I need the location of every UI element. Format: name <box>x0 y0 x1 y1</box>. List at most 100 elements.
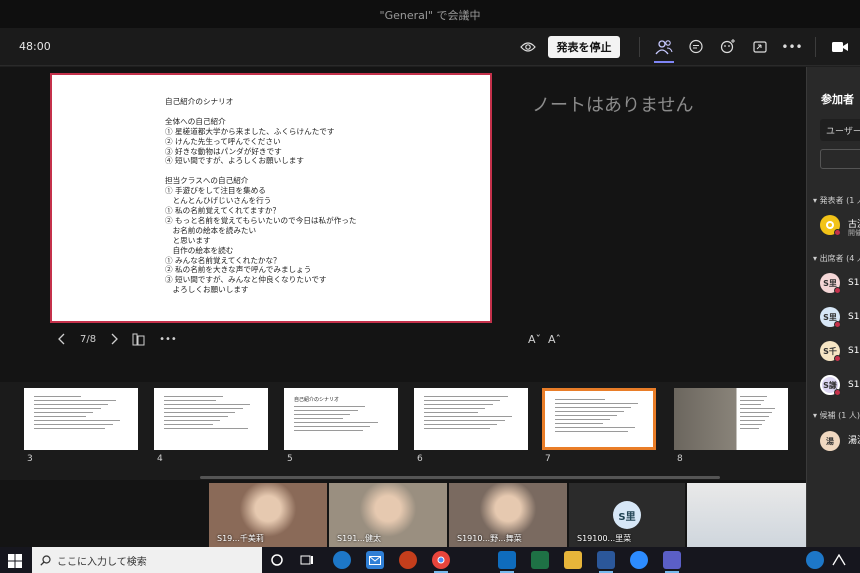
participant-video-name: S19...千美莉 <box>217 534 264 543</box>
outlook-icon[interactable] <box>498 551 516 573</box>
help-icon[interactable] <box>806 551 824 569</box>
mail-icon[interactable] <box>366 551 384 569</box>
toolbar-divider <box>815 37 816 57</box>
taskbar-search-placeholder: ここに入力して検索 <box>57 556 147 568</box>
previous-slide-icon[interactable] <box>58 333 66 345</box>
stop-presenting-button[interactable]: 発表を停止 <box>548 36 620 58</box>
current-slide: 自己紹介のシナリオ 全体への自己紹介 ① 星槎道都大学から来ました、ふくらけんたで… <box>50 73 492 323</box>
decrease-font-button[interactable]: Aˇ <box>528 333 541 346</box>
slide-thumbnail[interactable] <box>542 388 656 450</box>
slide-thumbnail[interactable] <box>674 388 788 450</box>
chrome-icon[interactable] <box>432 551 450 573</box>
eye-icon[interactable] <box>518 37 538 57</box>
avatar: 湯 <box>820 431 840 451</box>
participant-video-tile[interactable]: S里 S19100...里菜 <box>569 483 685 547</box>
thumbnail-number: 6 <box>417 454 423 464</box>
participant-video-tile[interactable] <box>687 483 806 547</box>
attendees-section-header[interactable]: ▾ 出席者 (4 人) <box>813 253 860 264</box>
active-tab-indicator <box>654 61 674 63</box>
participant-video-tile[interactable]: S191...健太 <box>329 483 447 547</box>
task-view-icon[interactable] <box>298 551 316 569</box>
slide-line: ① 私の名前覚えてくれてますか？ <box>165 205 281 215</box>
presenters-header-label: 発表者 (1 人) <box>819 196 860 205</box>
slide-line <box>165 107 357 117</box>
slide-line: ③ 好きな動物はパンダが好きです <box>165 146 282 156</box>
slide-page-indicator: 7/8 <box>80 333 97 345</box>
participants-icon[interactable] <box>654 37 674 57</box>
participant-video-name: S19100...里菜 <box>577 534 632 543</box>
meeting-toolbar: 48:00 発表を停止 ••• <box>0 28 860 66</box>
thumbnail-number: 3 <box>27 454 33 464</box>
participant-name: S19 <box>848 312 860 322</box>
presenters-section-header[interactable]: ▾ 発表者 (1 人) <box>813 195 860 206</box>
thumbnail-number: 5 <box>287 454 293 464</box>
windows-start-icon[interactable] <box>8 553 22 572</box>
file-explorer-icon[interactable] <box>564 551 582 569</box>
more-options-icon[interactable]: ••• <box>781 37 802 57</box>
camera-icon[interactable] <box>830 37 850 57</box>
slide-line: 担当クラスへの自己紹介 <box>165 176 249 186</box>
slide-thumbnail[interactable] <box>154 388 268 450</box>
slide-line: 自己紹介のシナリオ <box>165 97 234 106</box>
window-title: "General" で会議中 <box>379 9 481 22</box>
slide-navigation: 7/8 ••• <box>58 331 191 347</box>
edge-icon[interactable] <box>333 551 351 569</box>
slide-line: よろしくお願いします <box>165 285 249 295</box>
status-dot <box>834 389 841 396</box>
chat-icon[interactable] <box>686 37 706 57</box>
slide-line: ① みんな名前覚えてくれたかな？ <box>165 255 281 265</box>
participant-video-name: S191...健太 <box>337 534 381 543</box>
slide-line: とんとんひげじいさんを行う <box>165 196 272 206</box>
window-title-bar: "General" で会議中 <box>0 0 860 28</box>
meeting-timer: 48:00 <box>19 40 51 53</box>
waiting-header-label: 候補 (1 人) <box>819 411 860 420</box>
presentation-stage: 自己紹介のシナリオ 全体への自己紹介 ① 星槎道都大学から来ました、ふくらけんたで… <box>0 67 806 382</box>
participant-name: S19 <box>848 278 860 288</box>
video-gallery: S19...千美莉 S191...健太 S1910...野...舞菜 S里 S19100… <box>0 480 806 547</box>
teams-icon[interactable] <box>663 551 681 573</box>
next-slide-icon[interactable] <box>110 333 119 345</box>
status-dot <box>834 355 841 362</box>
participant-search-input[interactable]: ユーザーを <box>820 119 860 141</box>
excel-icon[interactable] <box>531 551 549 569</box>
word-icon[interactable] <box>597 551 615 573</box>
participant-video-tile[interactable]: S19...千美莉 <box>209 483 327 547</box>
status-dot <box>834 321 841 328</box>
reactions-icon[interactable] <box>718 37 738 57</box>
slide-line: ② もっと名前を覚えてもらいたいので今日は私が作った <box>165 215 357 225</box>
participant-name: 湯沢 <box>848 436 860 446</box>
avatar: S里 <box>613 501 641 529</box>
cortana-icon[interactable] <box>268 551 286 569</box>
slide-line: ② 私の名前を大きな声で呼んでみましょう <box>165 265 312 275</box>
system-tray-icon[interactable] <box>830 551 848 569</box>
slide-grid-icon[interactable] <box>132 333 145 346</box>
thumbnail-number: 7 <box>545 454 551 464</box>
slide-more-options-icon[interactable]: ••• <box>159 334 177 345</box>
slide-line: お名前の絵本を読みたい <box>165 225 257 235</box>
thumbnail-number: 4 <box>157 454 163 464</box>
thumbnail-scrollbar[interactable] <box>200 476 720 479</box>
participants-title: 参加者 <box>821 93 854 106</box>
share-tray-icon[interactable] <box>750 37 770 57</box>
slide-thumbnail[interactable]: 自己紹介のシナリオ <box>284 388 398 450</box>
share-invite-button[interactable] <box>820 149 860 169</box>
speaker-notes: ノートはありません <box>532 95 694 116</box>
windows-taskbar: ここに入力して検索 <box>0 547 860 573</box>
participant-video-name: S1910...野...舞菜 <box>457 534 522 543</box>
slide-line: ① 手遊びをして注目を集める <box>165 186 266 196</box>
powerpoint-icon[interactable] <box>399 551 417 569</box>
waiting-section-header[interactable]: ▾ 候補 (1 人) <box>813 410 860 421</box>
increase-font-button[interactable]: Aˆ <box>548 333 561 346</box>
slide-line: ① 星槎道都大学から来ました、ふくらけんたです <box>165 126 335 136</box>
slide-thumbnail-strip: 3 4 自己紹介のシナリオ 5 6 7 8 <box>0 382 806 480</box>
participants-panel: 参加者 ユーザーを ▾ 発表者 (1 人) 古沢 開催者 ▾ 出席者 (4 人)… <box>806 67 860 547</box>
slide-line: ③ 短い間ですが、みんなと仲良くなりたいです <box>165 275 327 285</box>
toolbar-divider <box>639 37 640 57</box>
slide-thumbnail[interactable] <box>414 388 528 450</box>
slide-thumbnail[interactable] <box>24 388 138 450</box>
taskbar-search-box[interactable]: ここに入力して検索 <box>32 547 262 573</box>
zoom-icon[interactable] <box>630 551 648 569</box>
participant-video-tile[interactable]: S1910...野...舞菜 <box>449 483 567 547</box>
slide-line: ④ 短い間ですが、よろしくお願いします <box>165 156 304 166</box>
slide-text: 自己紹介のシナリオ 全体への自己紹介 ① 星槎道都大学から来ました、ふくらけんたで… <box>165 97 357 295</box>
